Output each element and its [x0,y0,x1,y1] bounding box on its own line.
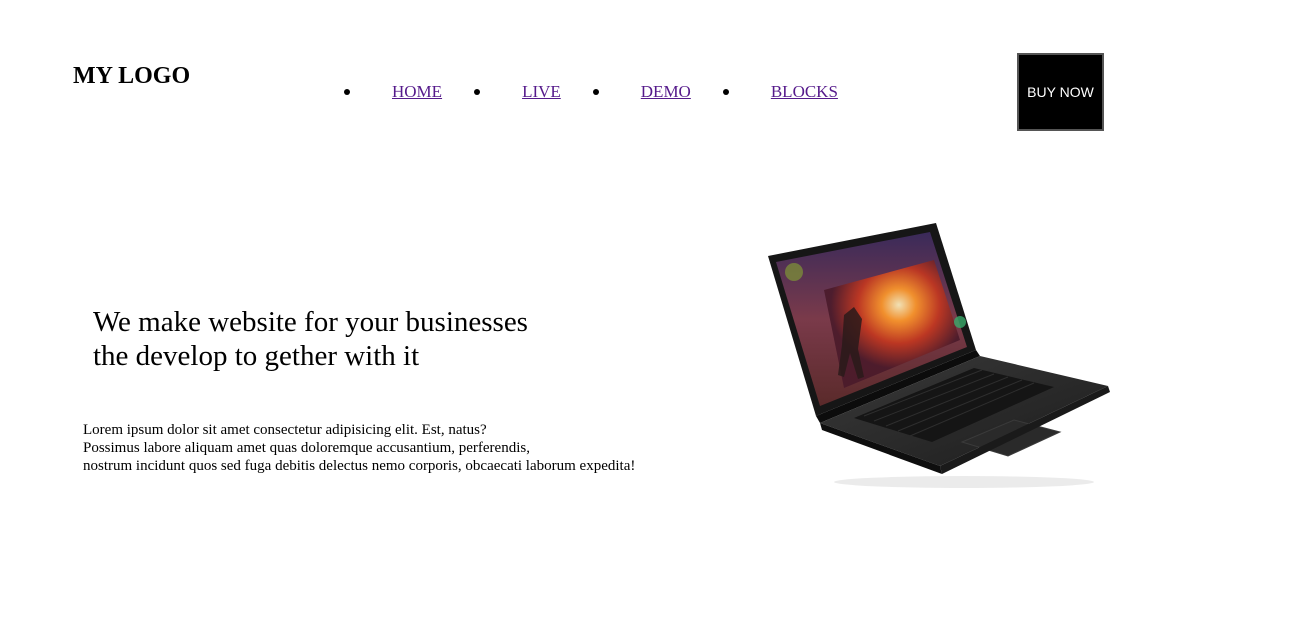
bullet-icon [344,89,350,95]
bullet-icon [592,89,599,95]
hero-headline-line-1: We make website for your businesses [93,306,528,338]
nav-link-home[interactable]: HOME [392,79,442,105]
nav-link-demo[interactable]: DEMO [641,79,691,105]
landing-page: MY LOGO HOME LIVE DEMO BLOCKS BUY NOW We… [0,0,1292,618]
hero-description: Lorem ipsum dolor sit amet consectetur a… [83,421,703,475]
bullet-icon [722,89,729,95]
nav-link-blocks[interactable]: BLOCKS [771,79,838,105]
nav-item-live: LIVE [474,79,593,105]
hero-description-line: Possimus labore aliquam amet quas dolore… [83,440,530,456]
nav-item-demo: DEMO [592,79,723,105]
nav-link-live[interactable]: LIVE [522,79,561,105]
nav-item-blocks: BLOCKS [722,79,868,105]
buy-now-button[interactable]: BUY NOW [1017,53,1104,131]
laptop-image [768,223,1110,488]
main-nav: HOME LIVE DEMO BLOCKS [344,79,868,105]
hero-description-line: nostrum incidunt quos sed fuga debitis d… [83,458,636,474]
nav-item-home: HOME [344,79,474,105]
hero-headline: We make website for your businesses the … [93,305,593,373]
bullet-icon [474,89,481,95]
hero-headline-line-2: the develop to gether with it [93,340,420,372]
site-logo[interactable]: MY LOGO [73,60,190,92]
hero-description-line: Lorem ipsum dolor sit amet consectetur a… [83,422,487,438]
